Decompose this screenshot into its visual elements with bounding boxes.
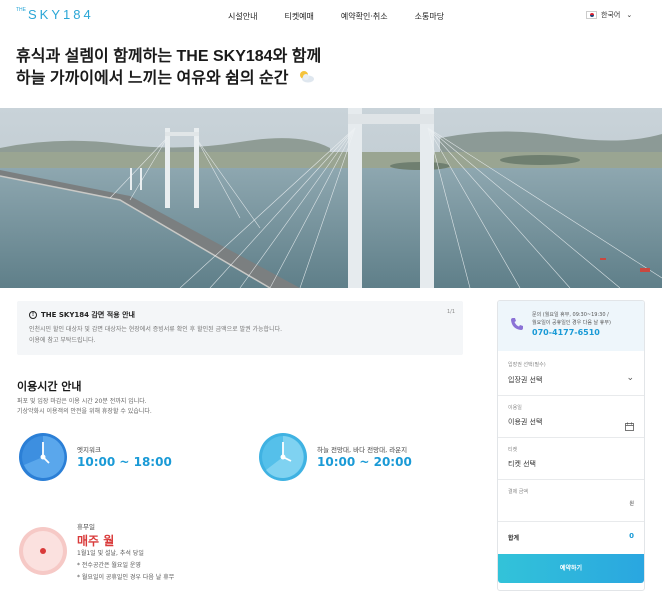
notice-body: 인천시민 할인 대상자 및 감면 대상자는 현장에서 증빙서류 확인 후 할인된… [29, 324, 282, 346]
phone-icon [510, 316, 524, 335]
closed-note-1: 1월1일 및 설날, 추석 당일 [77, 550, 144, 557]
hours-description: 퍼포 및 입장 마감은 이용 시간 20분 전까지 입니다. 기상악화시 이용객… [17, 397, 152, 417]
reserve-button[interactable]: 예약하기 [498, 554, 644, 583]
page-headline: 휴식과 설렘이 함께하는 THE SKY184와 함께 하늘 가까이에서 느끼는… [16, 46, 321, 90]
ticket-type-label: 입장권 선택(필수) [508, 362, 546, 368]
contact-box: 문의 (월요일 휴무, 09:30~19:30 / 월요일이 공휴일인 경우 다… [498, 301, 644, 351]
logo[interactable]: THE SKY184 [16, 7, 94, 22]
notice-title-row: ! THE SKY184 감면 적용 안내 [29, 310, 135, 320]
total-label: 합계 [508, 535, 520, 542]
nav-community[interactable]: 소통마당 [415, 11, 444, 22]
date-label: 이용일 [508, 405, 522, 411]
notice-pager[interactable]: 1/1 [447, 309, 455, 315]
payment-label: 결제 금액 [508, 489, 528, 495]
nav-reservation[interactable]: 예약확인·취소 [341, 11, 388, 22]
closed-value: 매주 월 [77, 534, 115, 548]
info-icon: ! [29, 311, 37, 319]
hours-desc-line1: 퍼포 및 입장 마감은 이용 시간 20분 전까지 입니다. [17, 398, 147, 405]
payment-amount: 결제 금액 원 [498, 480, 644, 522]
hours-title: 이용시간 안내 [17, 380, 82, 393]
headline-line1: 휴식과 설렘이 함께하는 THE SKY184와 함께 [16, 48, 322, 65]
chevron-down-icon: ⌄ [626, 373, 634, 383]
headline-line2-wrap: 하늘 가까이에서 느끼는 여유와 쉼의 순간 [16, 68, 321, 90]
observatory-time: 10:00 ~ 20:00 [317, 455, 412, 469]
notice-line2: 이용에 참고 부탁드립니다. [29, 337, 96, 344]
closed-note-3: * 월요일이 공휴일인 경우 다음 날 휴무 [77, 574, 175, 581]
ticket-label: 티켓 [508, 447, 518, 453]
payment-unit: 원 [629, 501, 634, 507]
main-nav: 시설안내 티켓예매 예약확인·취소 소통마당 [228, 11, 444, 22]
site-header: THE SKY184 시설안내 티켓예매 예약확인·취소 소통마당 한국어 ⌄ [0, 0, 662, 34]
edgewalk-time: 10:00 ~ 18:00 [77, 455, 172, 469]
headline-line2: 하늘 가까이에서 느끼는 여유와 쉼의 순간 [16, 70, 289, 88]
total-row: 합계 0 [498, 522, 644, 554]
discount-notice: ! THE SKY184 감면 적용 안내 1/1 인천시민 할인 대상자 및 … [17, 301, 463, 355]
language-select[interactable]: 한국어 ⌄ [586, 10, 632, 20]
hero-bridge-image [0, 108, 662, 288]
nav-facility[interactable]: 시설안내 [228, 11, 257, 22]
total-value: 0 [629, 532, 634, 540]
ticket-field[interactable]: 티켓 티켓 선택 [498, 438, 644, 480]
date-value: 이용권 선택 [508, 418, 543, 426]
contact-phone[interactable]: 070-4177-6510 [532, 328, 600, 337]
logo-text: SKY184 [28, 7, 94, 22]
chevron-down-icon: ⌄ [626, 11, 633, 19]
contact-hours-line1: 문의 (월요일 휴무, 09:30~19:30 / [532, 312, 609, 318]
sun-cloud-icon [297, 68, 315, 90]
edgewalk-label: 엣지워크 [77, 446, 101, 454]
booking-panel: 문의 (월요일 휴무, 09:30~19:30 / 월요일이 공휴일인 경우 다… [497, 300, 645, 591]
calendar-icon[interactable] [625, 416, 634, 435]
closed-label: 휴무일 [77, 523, 95, 531]
nav-ticket[interactable]: 티켓예매 [284, 11, 313, 22]
hours-desc-line2: 기상악화시 이용객의 안전을 위해 휴장할 수 있습니다. [17, 408, 152, 415]
date-field[interactable]: 이용일 이용권 선택 [498, 396, 644, 438]
contact-hours-line2: 월요일이 공휴일인 경우 다음 날 휴무) [532, 320, 611, 326]
ticket-value: 티켓 선택 [508, 460, 536, 468]
notice-title: THE SKY184 감면 적용 안내 [41, 311, 135, 319]
observatory-label: 하늘 전망대, 바다 전망대, 라운지 [317, 446, 408, 454]
closed-notes: 1월1일 및 설날, 추석 당일 * 전수공간은 월요일 운영 * 월요일이 공… [77, 548, 174, 584]
contact-hours: 문의 (월요일 휴무, 09:30~19:30 / 월요일이 공휴일인 경우 다… [532, 311, 611, 327]
flag-icon [586, 11, 597, 19]
language-label: 한국어 [601, 11, 621, 19]
notice-line1: 인천시민 할인 대상자 및 감면 대상자는 현장에서 증빙서류 확인 후 할인된… [29, 326, 283, 333]
clock-icon [18, 432, 68, 486]
calendar-closed-icon [18, 526, 68, 580]
ticket-type-value: 입장권 선택 [508, 376, 543, 384]
logo-prefix: THE [16, 7, 26, 13]
clock-icon [258, 432, 308, 486]
closed-note-2: * 전수공간은 월요일 운영 [77, 562, 141, 569]
ticket-type-select[interactable]: 입장권 선택(필수) 입장권 선택 ⌄ [498, 351, 644, 396]
